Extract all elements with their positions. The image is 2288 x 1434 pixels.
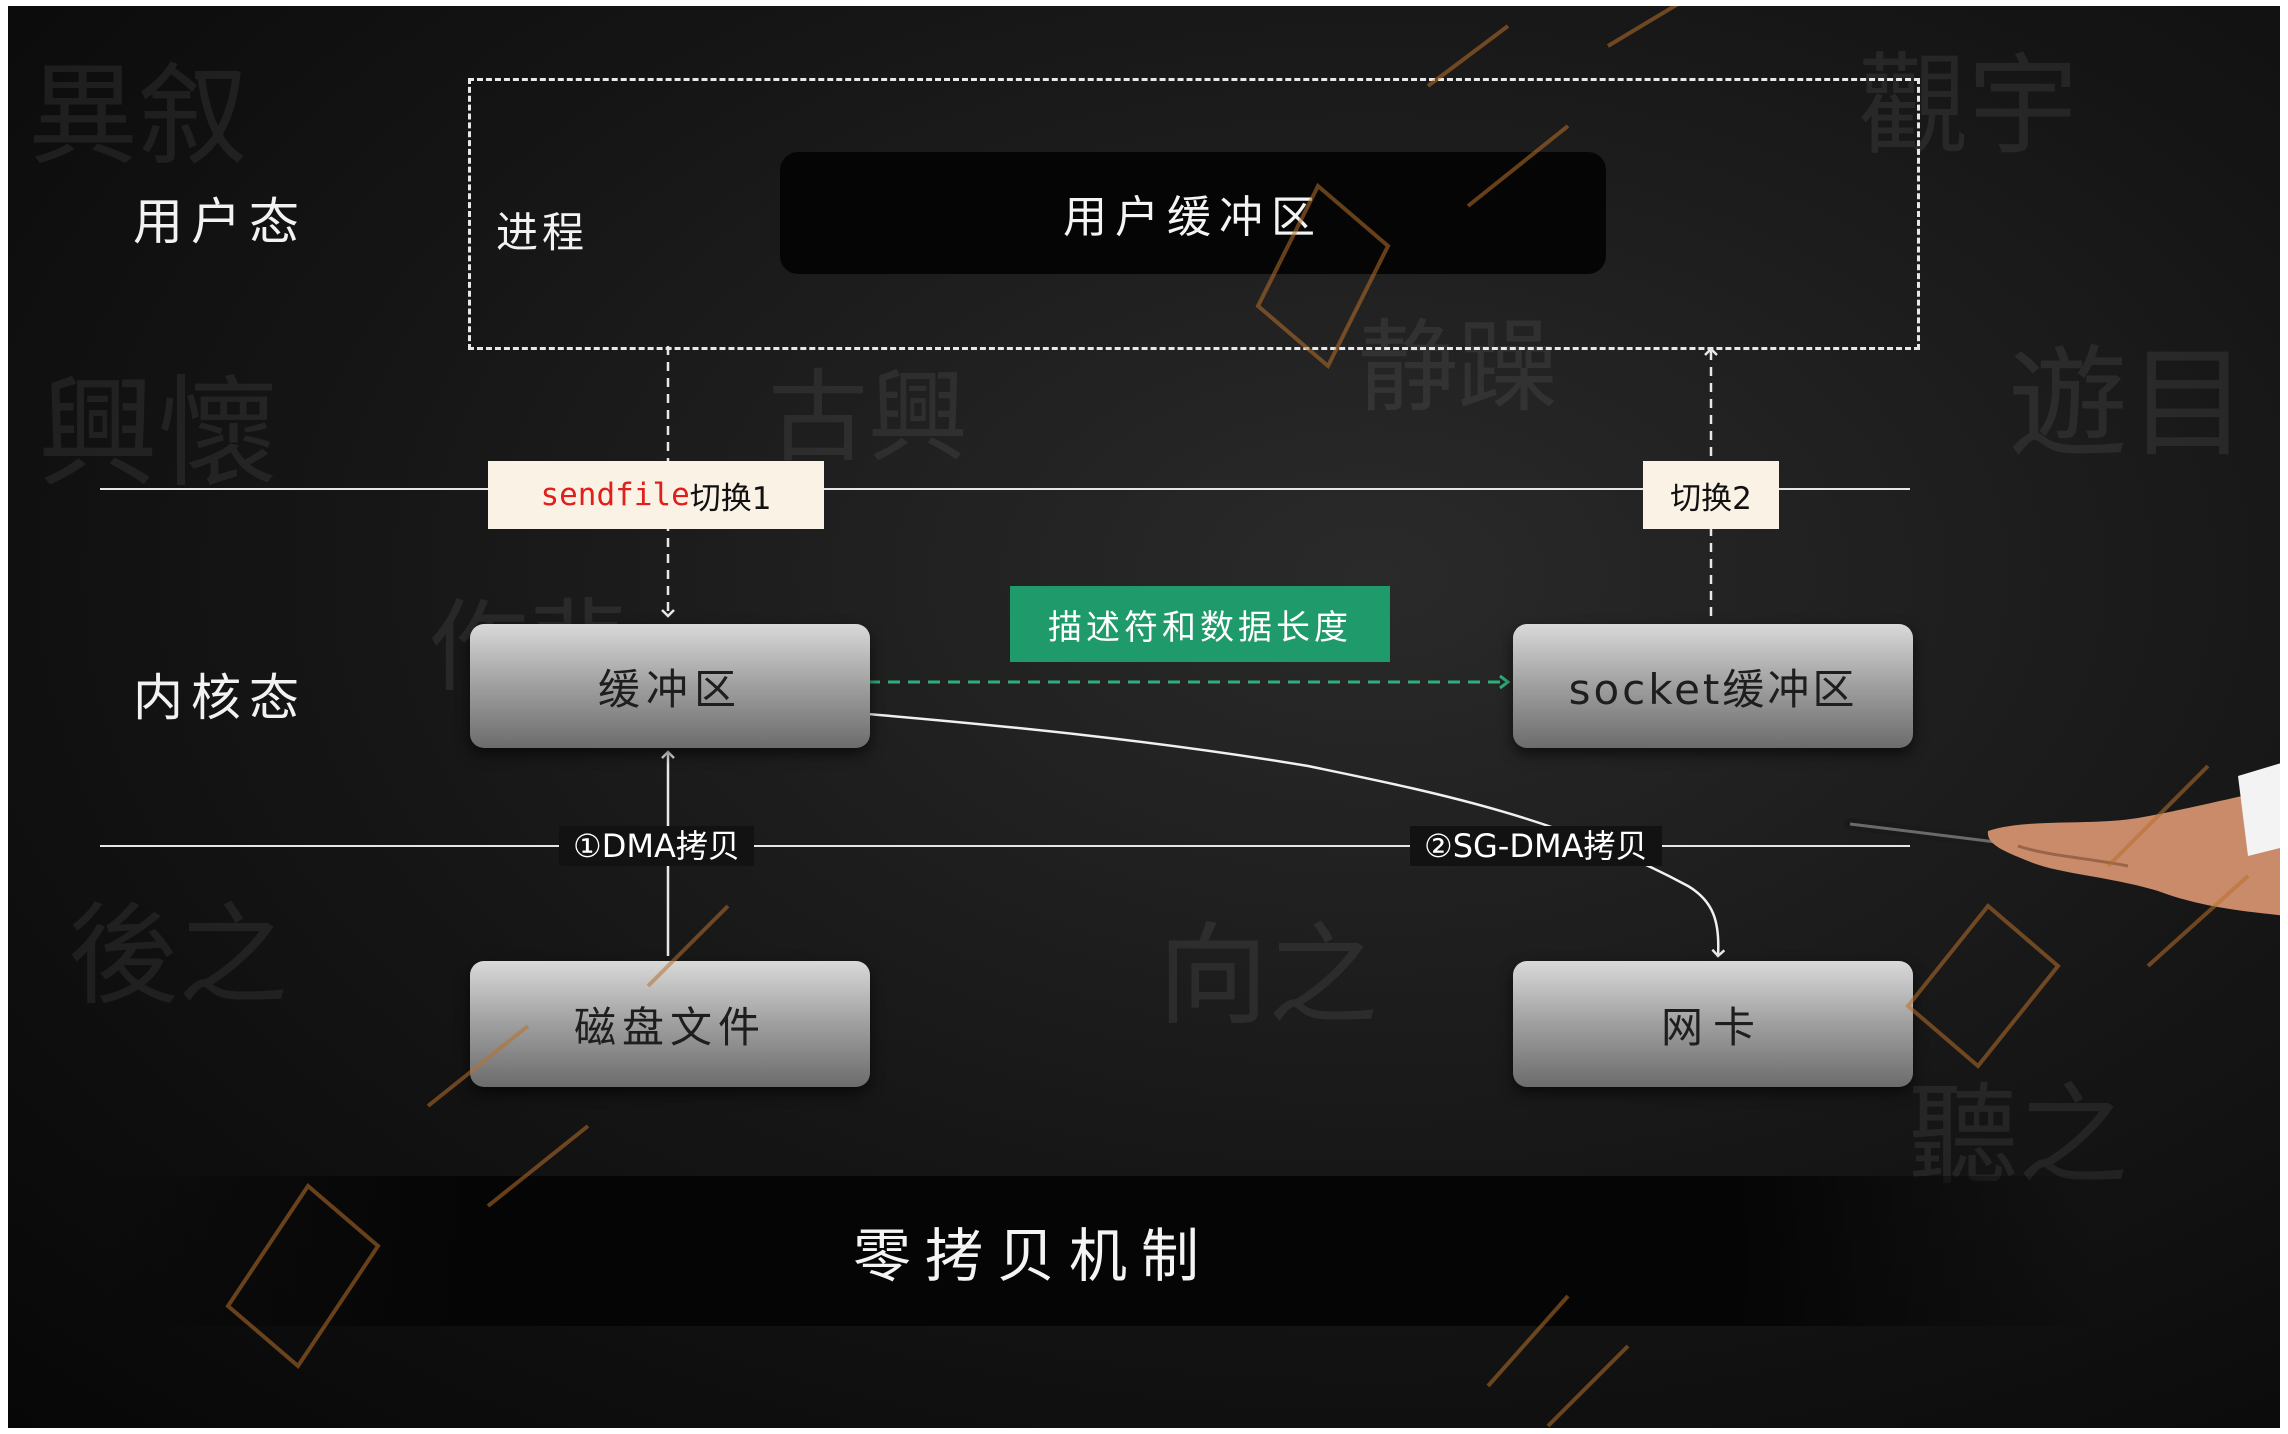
slide: 異叙 觀宇 興懷 遊目 後之 古興 静躁 向之 聽之 作悲 bbox=[8, 6, 2280, 1428]
watermark bbox=[225, 6, 2250, 1428]
canvas: 異叙 觀宇 興懷 遊目 後之 古興 静躁 向之 聽之 作悲 bbox=[0, 0, 2288, 1434]
